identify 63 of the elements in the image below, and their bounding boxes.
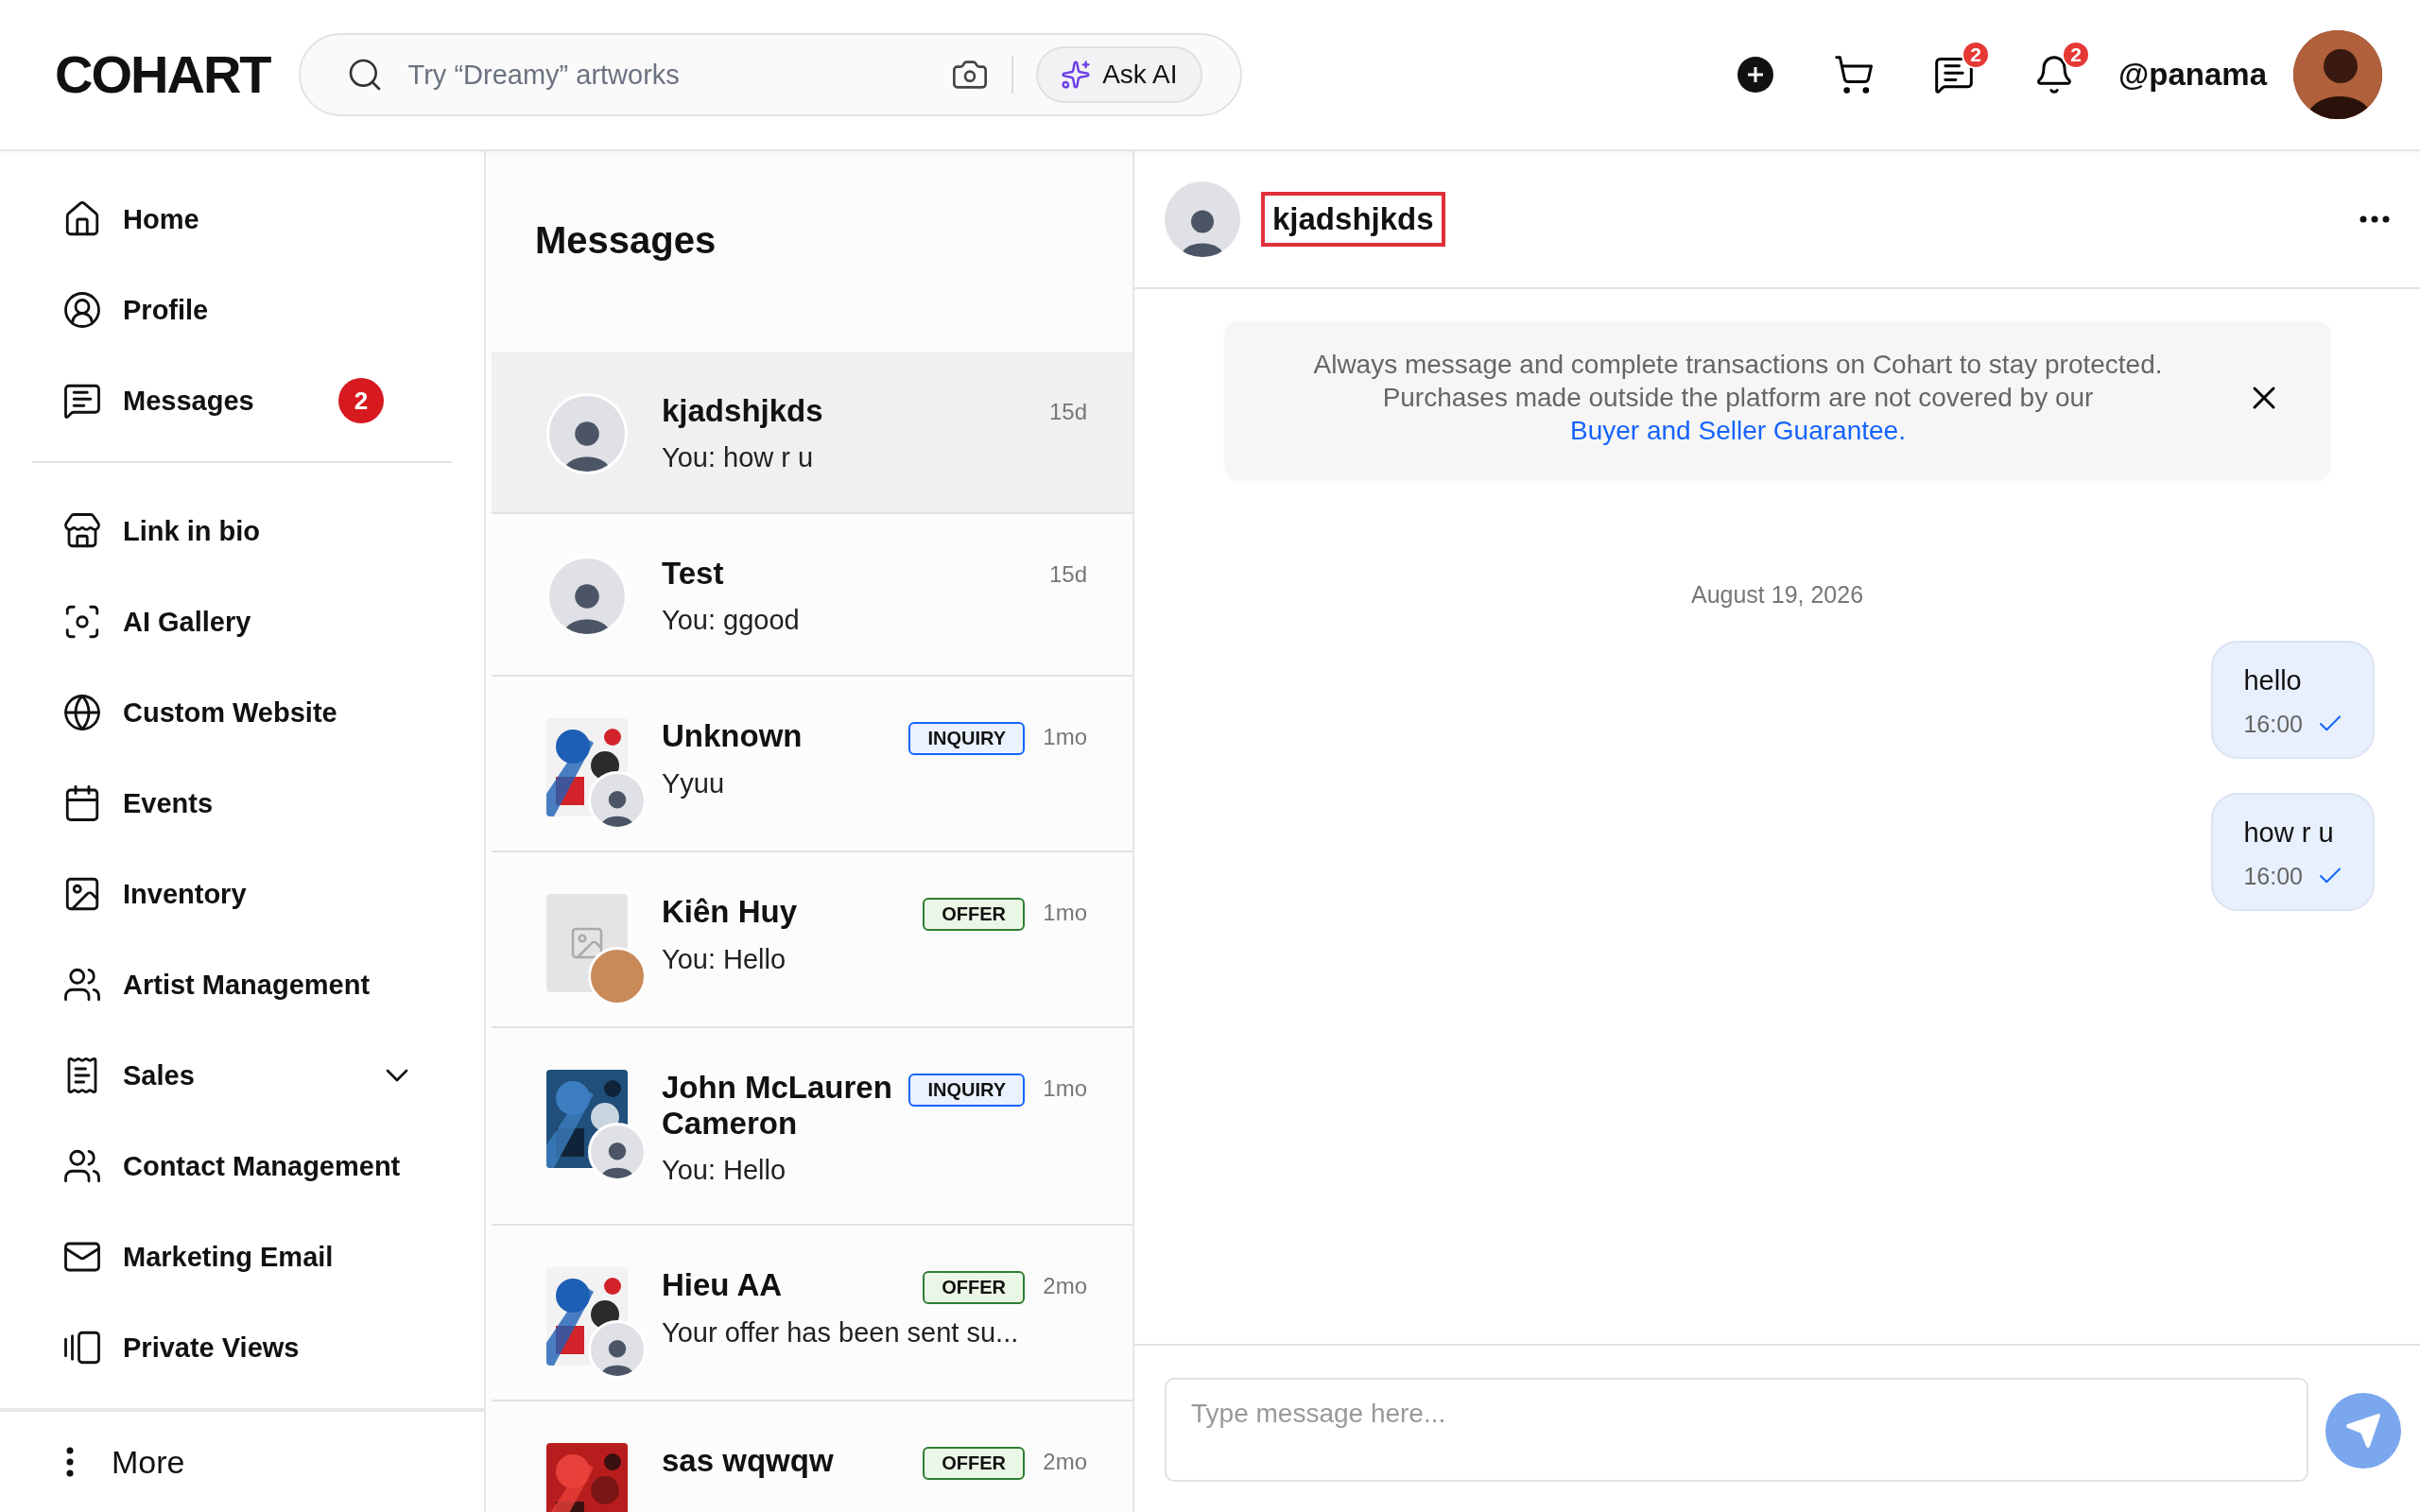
contact-name: John McLauren Cameron	[662, 1070, 893, 1142]
list-title: Messages	[534, 218, 717, 263]
message-preview: You: Hello	[662, 1154, 787, 1186]
time-label: 1mo	[1042, 900, 1087, 926]
sidebar-item[interactable]: Contact Management	[62, 1121, 454, 1211]
ask-ai-button[interactable]: Ask AI	[1036, 46, 1202, 103]
message-preview: You: how r u	[662, 441, 815, 473]
message-time: 16:00	[2243, 862, 2303, 890]
time-label: 1mo	[1042, 724, 1087, 750]
conversation-row[interactable]: sas wqwqw OFFER 2mo	[492, 1400, 1132, 1512]
count-badge: 2	[338, 378, 384, 423]
status-tag: INQUIRY	[908, 1074, 1025, 1107]
sidebar-item[interactable]: Profile	[62, 265, 422, 355]
message-preview: Your offer has been sent su...	[662, 1316, 1020, 1349]
time-label: 1mo	[1042, 1075, 1087, 1102]
sidebar-item[interactable]: Artist Management	[62, 939, 454, 1030]
count-badge: 2	[2062, 41, 2091, 69]
status-tag: OFFER	[923, 1270, 1025, 1304]
sidebar-item[interactable]: Link in bio	[62, 486, 454, 576]
sidebar-item[interactable]: Custom Website	[62, 667, 454, 758]
sidebar-item[interactable]: Sales	[62, 1030, 454, 1121]
conversation-row[interactable]: Unknown INQUIRY 1mo Yyuu	[492, 677, 1132, 852]
message-time: 16:00	[2243, 710, 2303, 738]
date-label: August 19, 2026	[1689, 581, 1865, 609]
sidebar-item[interactable]: Marketing Email	[62, 1211, 454, 1302]
sidebar-item[interactable]: Inventory	[62, 849, 454, 939]
guarantee-link[interactable]: Buyer and Seller Guarantee.	[1570, 416, 1906, 445]
time-label: 15d	[1047, 399, 1087, 425]
contact-name: kjadshjkds	[662, 393, 824, 429]
status-tag: OFFER	[923, 898, 1025, 931]
contact-name: sas wqwqw	[662, 1442, 835, 1479]
conversation-row[interactable]: Kiên Huy OFFER 1mo You: Hello	[492, 852, 1132, 1028]
status-tag: OFFER	[923, 1446, 1025, 1480]
contact-name: Hieu AA	[662, 1266, 784, 1303]
contact-name: Test	[662, 556, 725, 592]
message-preview: You: ggood	[662, 604, 801, 636]
message-preview: You: Hello	[662, 944, 787, 975]
count-badge: 2	[1962, 41, 1991, 69]
sidebar-item[interactable]: Messages 2	[62, 355, 422, 446]
message-input[interactable]: Type message here...	[1165, 1378, 2308, 1482]
message-text: hello	[2243, 665, 2303, 696]
time-label: 15d	[1047, 561, 1087, 588]
conversation-row[interactable]: Hieu AA OFFER 2mo Your offer has been sent su...	[492, 1225, 1132, 1401]
message-text: how r u	[2243, 817, 2335, 849]
more-item[interactable]: More	[0, 1408, 484, 1512]
search-field[interactable]: Try “Dreamy” artworks Ask AI	[298, 33, 1242, 116]
conversation-row[interactable]: kjadshjkds 15d You: how r u	[492, 352, 1132, 514]
conversation-row[interactable]: John McLauren Cameron INQUIRY 1mo You: Hello	[492, 1028, 1132, 1226]
time-label: 2mo	[1042, 1448, 1087, 1475]
sidebar-item[interactable]: Home	[62, 174, 422, 265]
notice-text: Always message and complete transactions on Cohart to stay protected. Purchases made outside the platform are not covered by our Buyer and Seller Guarantee.	[1312, 349, 2164, 447]
sidebar-item[interactable]: Private Views	[62, 1302, 454, 1393]
time-label: 2mo	[1042, 1272, 1087, 1299]
contact-name: Unknown	[662, 718, 804, 754]
conversation-row[interactable]: Test 15d You: ggood	[492, 514, 1132, 677]
sidebar-item[interactable]: Events	[62, 758, 454, 849]
sidebar-item[interactable]: AI Gallery	[62, 576, 454, 667]
status-tag: INQUIRY	[908, 722, 1025, 755]
message-preview: Yyuu	[662, 768, 726, 799]
contact-name: kjadshjkds	[1261, 192, 1445, 247]
logo[interactable]: COHART	[55, 45, 270, 104]
contact-name: Kiên Huy	[662, 894, 799, 930]
username[interactable]: @panama	[2118, 57, 2267, 93]
